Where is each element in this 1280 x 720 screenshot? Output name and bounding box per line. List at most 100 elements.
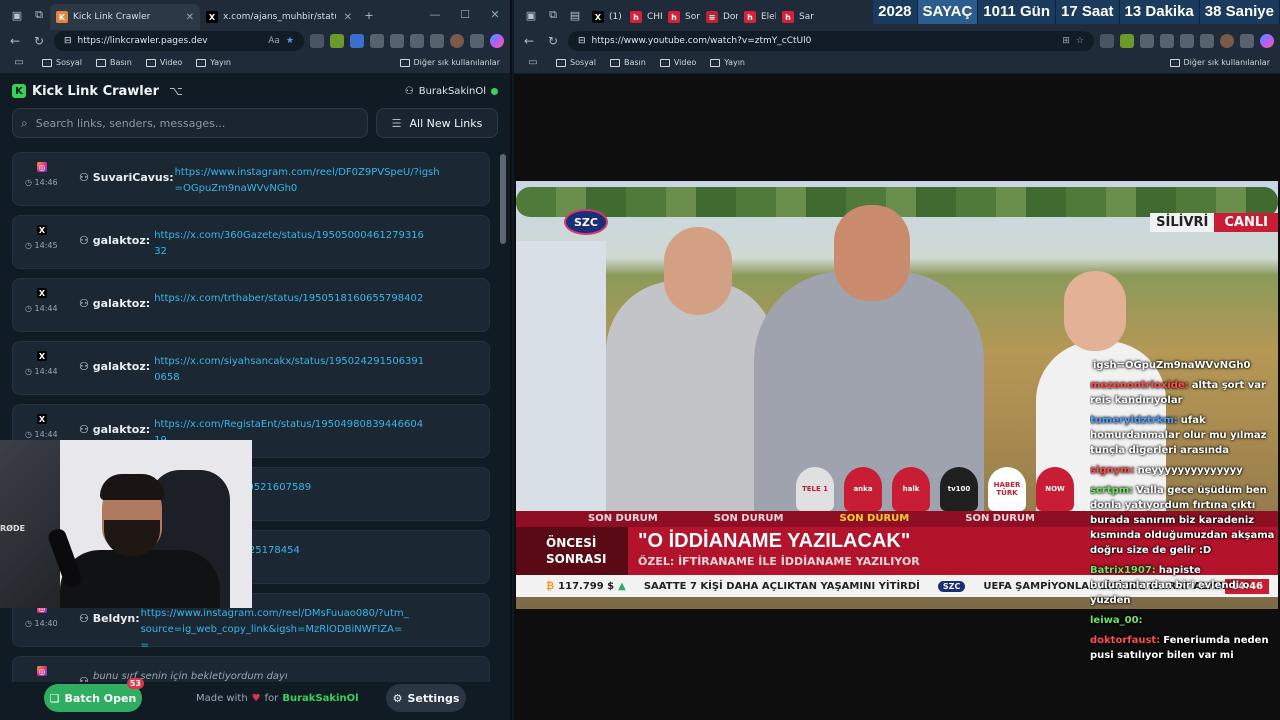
- link-url[interactable]: https://x.com/360Gazete/status/195050004…: [154, 228, 424, 260]
- chat-username[interactable]: mezenontrioxide:: [1090, 380, 1189, 391]
- collections-icon[interactable]: [430, 34, 444, 48]
- reload-icon[interactable]: ↻: [30, 34, 48, 48]
- bookmark-folder-sosyal[interactable]: Sosyal: [42, 58, 82, 67]
- extensions-puzzle-icon[interactable]: [370, 34, 384, 48]
- read-aloud-icon[interactable]: Aa: [268, 36, 280, 46]
- copilot-icon[interactable]: [1260, 34, 1274, 48]
- tab-sara[interactable]: h Sara: [776, 4, 814, 30]
- favorites-icon[interactable]: [1180, 34, 1194, 48]
- close-tab-icon[interactable]: ✕: [344, 12, 352, 23]
- more-menu-icon[interactable]: [470, 34, 484, 48]
- search-input[interactable]: [35, 116, 359, 130]
- live-badge: CANLI: [1214, 213, 1278, 232]
- scrollbar-thumb[interactable]: [500, 154, 506, 244]
- extension-icon[interactable]: [1100, 34, 1114, 48]
- webcam-person-hair: [100, 474, 164, 500]
- link-card[interactable]: X ◷ 14:44 ⚇ galaktoz: https://x.com/siyahsa…: [12, 341, 490, 395]
- close-window-icon[interactable]: ✕: [480, 0, 510, 30]
- reload-icon[interactable]: ↻: [544, 34, 562, 48]
- link-url[interactable]: https://x.com/siyahsancakx/status/195024…: [154, 354, 424, 386]
- tab-actions-icon[interactable]: ⧉: [28, 4, 50, 26]
- address-bar[interactable]: ⊟ https://www.youtube.com/watch?v=ztmY_c…: [568, 31, 1094, 51]
- tab-title: CHP: [647, 12, 662, 22]
- minimize-icon[interactable]: —: [420, 0, 450, 30]
- app-install-icon[interactable]: ⊞: [1062, 36, 1070, 46]
- chat-username[interactable]: scrtpm:: [1090, 485, 1133, 496]
- link-card[interactable]: X ◷ 14:44 ⚇ galaktoz: https://x.com/trthabe…: [12, 278, 490, 332]
- batch-open-button[interactable]: ❏ Batch Open 53: [44, 678, 144, 712]
- link-url[interactable]: https://www.instagram.com/reel/DF0Z9PVSp…: [175, 165, 445, 197]
- extensions-puzzle-icon[interactable]: [1140, 34, 1154, 48]
- chat-username[interactable]: signym:: [1090, 465, 1135, 476]
- bookmark-folder-video[interactable]: Video: [145, 58, 182, 67]
- link-sender: ⚇ galaktoz:: [79, 297, 151, 310]
- countdown-counter: 2028 SAYAÇ 1011 Gün 17 Saat 13 Dakika 38…: [873, 0, 1280, 24]
- tab-don[interactable]: ≡ Don: [700, 4, 738, 30]
- collections-icon[interactable]: [1200, 34, 1214, 48]
- tab-son[interactable]: h Son: [662, 4, 700, 30]
- halktv-favicon-icon: h: [744, 11, 756, 23]
- maximize-icon[interactable]: ☐: [450, 0, 480, 30]
- bookmark-folder-yayin[interactable]: Yayın: [710, 58, 745, 67]
- link-card[interactable]: X ◷ 14:45 ⚇ galaktoz: https://x.com/360Gaze…: [12, 215, 490, 269]
- tab-title: Son: [685, 12, 700, 22]
- chat-username[interactable]: Batrix1907:: [1090, 565, 1156, 576]
- copilot-icon[interactable]: [490, 34, 504, 48]
- tab-elek[interactable]: h Elek: [738, 4, 776, 30]
- workspaces-icon[interactable]: ▣: [520, 4, 542, 26]
- more-menu-icon[interactable]: [1240, 34, 1254, 48]
- bookmark-folder-yayin[interactable]: Yayın: [196, 58, 231, 67]
- split-screen-icon[interactable]: [390, 34, 404, 48]
- extension-icon[interactable]: [1120, 34, 1134, 48]
- counter-minutes: 13 Dakika: [1120, 0, 1200, 24]
- chat-username[interactable]: leiwa_00:: [1090, 615, 1143, 626]
- press-mic: anka: [844, 467, 882, 511]
- chat-username[interactable]: doktorfaust:: [1090, 635, 1160, 646]
- chat-username[interactable]: tumeryldztrkm:: [1090, 415, 1178, 426]
- bookmark-folder-basin[interactable]: Basın: [96, 58, 132, 67]
- favorite-star-icon[interactable]: ☆: [1076, 36, 1084, 46]
- back-icon[interactable]: ←: [6, 34, 24, 48]
- tab-x-status[interactable]: X x.com/ajans_muhbir/status/195... ✕: [200, 4, 358, 30]
- github-icon[interactable]: ⌥: [169, 84, 183, 98]
- favorite-star-icon[interactable]: ★: [286, 36, 294, 46]
- bookmark-folder-sosyal[interactable]: Sosyal: [556, 58, 596, 67]
- workspaces-icon[interactable]: ▣: [6, 4, 28, 26]
- tab-x[interactable]: X (1) E: [586, 4, 624, 30]
- press-mic: NOW: [1036, 467, 1074, 511]
- bookmark-folder-basin[interactable]: Basın: [610, 58, 646, 67]
- tab-chp[interactable]: h CHP: [624, 4, 662, 30]
- site-info-icon[interactable]: ⊟: [64, 36, 72, 46]
- headline-text: "O İDDİANAME YAZILACAK" ÖZEL: İFTİRANAME…: [628, 527, 920, 575]
- link-card[interactable]: ◎ ◷ 14:46 ⚇ SuvariCavus: https://www.instag…: [12, 152, 490, 206]
- bookmarks-menu-icon[interactable]: ▭: [10, 57, 28, 68]
- split-screen-icon[interactable]: [1160, 34, 1174, 48]
- bookmark-folder-video[interactable]: Video: [659, 58, 696, 67]
- settings-button[interactable]: ⚙ Settings: [386, 684, 466, 712]
- tab-bar: ▣ ⧉ ▤ X(1) E hCHP hSon ≡Don hElek hSara …: [514, 0, 1280, 30]
- extension-icon[interactable]: [350, 34, 364, 48]
- bookmarks-menu-icon[interactable]: ▭: [524, 57, 542, 68]
- bookmark-folder-other[interactable]: Diğer sık kullanılanlar: [399, 58, 500, 67]
- author-name[interactable]: BurakSakinOl: [282, 693, 358, 704]
- close-tab-icon[interactable]: ✕: [186, 12, 194, 23]
- extension-icon[interactable]: [310, 34, 324, 48]
- profile-avatar[interactable]: [450, 34, 464, 48]
- tab-kick-link-crawler[interactable]: K Kick Link Crawler ✕: [50, 4, 200, 30]
- filter-button[interactable]: ☰ All New Links: [376, 108, 498, 138]
- address-bar[interactable]: ⊟ https://linkcrawler.pages.dev Aa ★: [54, 31, 304, 51]
- folder-icon: [196, 58, 207, 67]
- site-info-icon[interactable]: ⊟: [578, 36, 586, 46]
- extension-icon[interactable]: [330, 34, 344, 48]
- tab-actions-icon[interactable]: ⧉: [542, 4, 564, 26]
- bookmark-folder-other[interactable]: Diğer sık kullanılanlar: [1169, 58, 1270, 67]
- link-list-scrollbar[interactable]: [500, 148, 506, 678]
- new-tab-icon[interactable]: +: [358, 4, 380, 26]
- favorites-icon[interactable]: [410, 34, 424, 48]
- back-icon[interactable]: ←: [520, 34, 538, 48]
- vertical-tabs-icon[interactable]: ▤: [564, 4, 586, 26]
- link-url[interactable]: https://www.instagram.com/reel/DMsFuuao0…: [141, 606, 411, 654]
- bookmark-label: Basın: [110, 58, 132, 67]
- profile-avatar[interactable]: [1220, 34, 1234, 48]
- link-url[interactable]: https://x.com/trthaber/status/1950518160…: [154, 291, 424, 307]
